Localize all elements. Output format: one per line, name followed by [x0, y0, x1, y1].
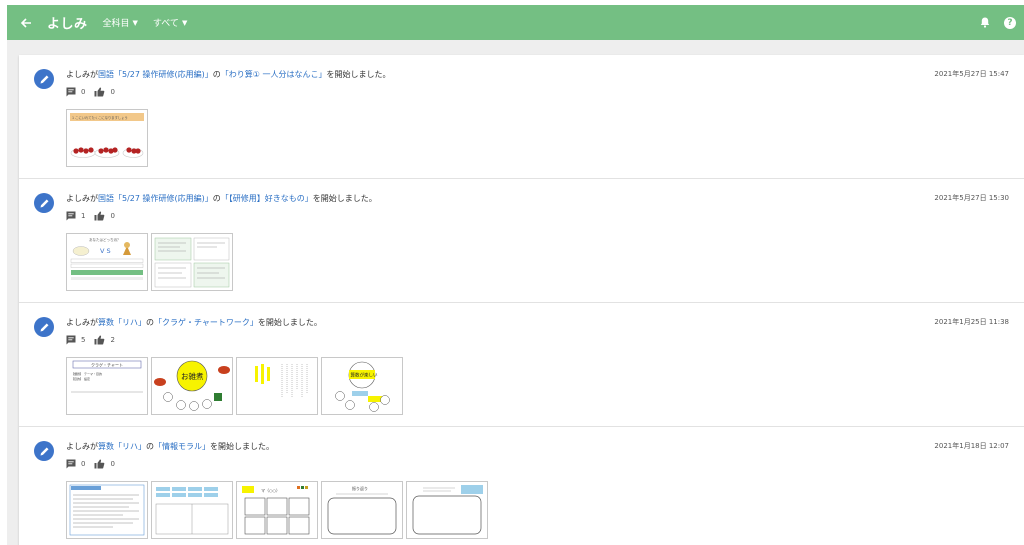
- comment-icon[interactable]: [66, 211, 76, 221]
- feed-tail: を開始しました。: [326, 70, 391, 79]
- scope-filter-label: すべて: [152, 19, 179, 29]
- slide-thumbnail[interactable]: クラゲ・チャート 【課題】 テーマ・目的 【目的】 設定: [66, 357, 148, 415]
- thumbnail-title-text: 振り返り: [352, 485, 368, 491]
- like-count: 0: [110, 88, 115, 96]
- thumbnail-bubble-text: 算数が楽しい: [351, 372, 378, 379]
- feed-date: 2021年1月18日 12:07: [934, 442, 1009, 450]
- like-count: 2: [110, 336, 115, 344]
- app-bar: よしみ 全科目 ▼ すべて ▼ ?: [7, 5, 1024, 40]
- feed-item: よしみが算数「リハ」の「クラゲ・チャートワーク」を開始しました。 2021年1月…: [19, 303, 1024, 427]
- help-icon[interactable]: ?: [1004, 16, 1016, 29]
- feed-date: 2021年5月27日 15:47: [934, 70, 1009, 78]
- thumbnail-banner-text: 1 こにいれてたくこになりますしょう: [72, 115, 128, 120]
- bell-icon[interactable]: [975, 13, 995, 33]
- slide-thumbnail[interactable]: [151, 481, 233, 539]
- subject-filter-dropdown[interactable]: 全科目 ▼: [102, 16, 138, 30]
- thumbnail-vs-text: V S: [100, 247, 111, 255]
- feed-stats: 5 2: [66, 335, 124, 345]
- feed-connector: の: [146, 442, 154, 451]
- app-frame: よしみ 全科目 ▼ すべて ▼ ? よしみが国語「5/27 操作研修(応用編)」…: [7, 5, 1024, 545]
- feed-tail: を開始しました。: [257, 318, 322, 327]
- slide-thumbnail[interactable]: マ（○○）: [236, 481, 318, 539]
- feed-stats: 0 0: [66, 87, 124, 97]
- comment-count: 0: [81, 460, 86, 468]
- comment-icon[interactable]: [66, 335, 76, 345]
- page-title: よしみ: [47, 17, 88, 32]
- caret-down-icon: ▼: [181, 18, 188, 27]
- feed-text: よしみが算数「リハ」の「クラゲ・チャートワーク」を開始しました。: [66, 317, 322, 328]
- activity-link[interactable]: 「クラゲ・チャートワーク」: [154, 318, 258, 327]
- slide-thumbnail[interactable]: あなたはどっち派？ V S: [66, 233, 148, 291]
- activity-feed: よしみが国語「5/27 操作研修(応用編)」の「わり算① 一人分はなんこ」を開始…: [19, 55, 1024, 545]
- slide-thumbnail[interactable]: [406, 481, 488, 539]
- thumbs-up-icon[interactable]: [94, 87, 105, 97]
- feed-connector: の: [212, 194, 221, 203]
- feed-text: よしみが国語「5/27 操作研修(応用編)」の「わり算① 一人分はなんこ」を開始…: [66, 69, 390, 80]
- feed-item: よしみが国語「5/27 操作研修(応用編)」の「わり算① 一人分はなんこ」を開始…: [19, 55, 1024, 179]
- feed-user: よしみが: [66, 194, 98, 203]
- like-count: 0: [110, 212, 115, 220]
- feed-user: よしみが: [66, 318, 98, 327]
- feed-connector: の: [212, 70, 221, 79]
- feed-text: よしみが国語「5/27 操作研修(応用編)」の「【研修用】好きなもの」を開始しま…: [66, 193, 377, 204]
- subject-link[interactable]: 国語「5/27 操作研修(応用編)」: [98, 70, 213, 79]
- slide-thumbnail[interactable]: 算数が楽しい: [321, 357, 403, 415]
- slide-thumbnail[interactable]: 振り返り: [321, 481, 403, 539]
- like-count: 0: [110, 460, 115, 468]
- feed-tail: を開始しました。: [210, 442, 274, 451]
- subject-filter-label: 全科目: [102, 19, 130, 29]
- feed-date: 2021年1月25日 11:38: [934, 318, 1009, 326]
- scope-filter-dropdown[interactable]: すべて ▼: [152, 16, 188, 30]
- slide-thumbnail[interactable]: [151, 233, 233, 291]
- pencil-icon: [34, 193, 54, 213]
- thumbnail-line-text: 【課題】 テーマ・目的: [71, 371, 102, 376]
- thumbs-up-icon[interactable]: [94, 335, 105, 345]
- thumbnail-row: クラゲ・チャート 【課題】 テーマ・目的 【目的】 設定 お雑煮 算数が楽しい: [66, 357, 403, 415]
- feed-item: よしみが国語「5/27 操作研修(応用編)」の「【研修用】好きなもの」を開始しま…: [19, 179, 1024, 303]
- slide-thumbnail[interactable]: お雑煮: [151, 357, 233, 415]
- thumbnail-line-text: 【目的】 設定: [71, 376, 90, 381]
- feed-item: よしみが算数「リハ」の「情報モラル」を開始しました。 2021年1月18日 12…: [19, 427, 1024, 545]
- thumbnail-row: あなたはどっち派？ V S: [66, 233, 233, 291]
- thumbnail-bubble-text: お雑煮: [181, 371, 204, 381]
- thumbnail-row: 1 こにいれてたくこになりますしょう: [66, 109, 148, 167]
- thumbs-up-icon[interactable]: [94, 211, 105, 221]
- comment-icon[interactable]: [66, 459, 76, 469]
- thumbs-up-icon[interactable]: [94, 459, 105, 469]
- slide-thumbnail[interactable]: [236, 357, 318, 415]
- thumbnail-row: マ（○○） 振り返り: [66, 481, 488, 539]
- comment-count: 5: [81, 336, 86, 344]
- feed-tail: を開始しました。: [312, 194, 377, 203]
- slide-thumbnail[interactable]: [66, 481, 148, 539]
- activity-link[interactable]: 「情報モラル」: [154, 442, 210, 451]
- activity-link[interactable]: 「わり算① 一人分はなんこ」: [221, 70, 327, 79]
- feed-stats: 0 0: [66, 459, 124, 469]
- subject-link[interactable]: 国語「5/27 操作研修(応用編)」: [98, 194, 213, 203]
- feed-user: よしみが: [66, 442, 98, 451]
- activity-link[interactable]: 「【研修用】好きなもの」: [221, 194, 313, 203]
- feed-user: よしみが: [66, 70, 98, 79]
- comment-icon[interactable]: [66, 87, 76, 97]
- subject-link[interactable]: 算数「リハ」: [98, 318, 146, 327]
- pencil-icon: [34, 441, 54, 461]
- thumbnail-heading-text: あなたはどっち派？: [89, 237, 121, 242]
- comment-count: 0: [81, 88, 86, 96]
- feed-stats: 1 0: [66, 211, 124, 221]
- subject-link[interactable]: 算数「リハ」: [98, 442, 146, 451]
- pencil-icon: [34, 317, 54, 337]
- slide-thumbnail[interactable]: 1 こにいれてたくこになりますしょう: [66, 109, 148, 167]
- feed-date: 2021年5月27日 15:30: [934, 194, 1009, 202]
- caret-down-icon: ▼: [132, 18, 138, 27]
- feed-connector: の: [146, 318, 154, 327]
- thumbnail-title-text: クラゲ・チャート: [91, 361, 123, 367]
- pencil-icon: [34, 69, 54, 89]
- arrow-left-icon[interactable]: [13, 10, 39, 36]
- thumbnail-label-text: マ（○○）: [261, 488, 280, 493]
- comment-count: 1: [81, 212, 86, 220]
- feed-text: よしみが算数「リハ」の「情報モラル」を開始しました。: [66, 441, 274, 452]
